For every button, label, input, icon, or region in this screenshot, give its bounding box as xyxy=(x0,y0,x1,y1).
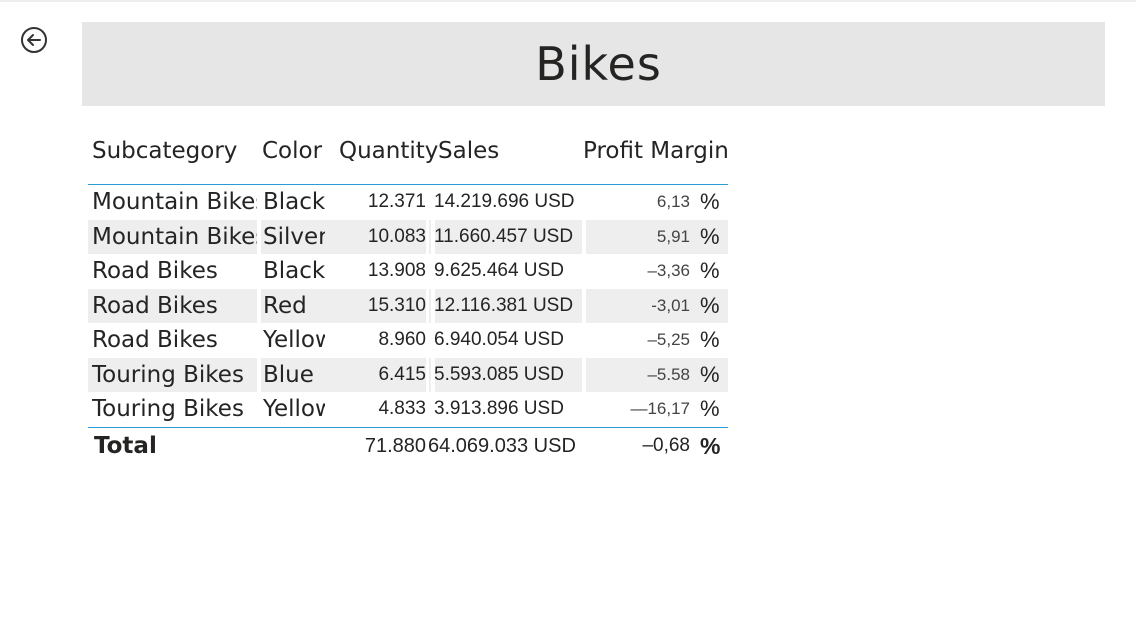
column-gutter xyxy=(582,357,586,392)
cell-profit-margin: 6,13 xyxy=(656,192,690,211)
column-gutter xyxy=(426,185,429,220)
table-row[interactable]: Mountain Bikes Black 12.371 14.219.696 USD 6… xyxy=(88,185,728,220)
column-gutter xyxy=(426,323,429,358)
column-gutter xyxy=(582,392,586,427)
cell-sales: 14.219.696 USD xyxy=(434,191,575,212)
cell-quantity: 4.833 xyxy=(378,398,426,419)
cell-percent-sign: % xyxy=(700,396,720,421)
total-label: Total xyxy=(94,432,157,459)
cell-color: Blue xyxy=(263,361,314,388)
cell-quantity: 15.310 xyxy=(367,294,426,316)
table-row[interactable]: Touring Bikes Yellow 4.833 3.913.896 USD —16… xyxy=(88,392,728,427)
cell-sales: 12.116.381 USD xyxy=(434,294,574,316)
sales-table: Subcategory Color Quantity Sales Profit … xyxy=(88,136,729,466)
cell-sales: 5.593.085 USD xyxy=(434,363,564,385)
cell-color: Silver xyxy=(263,223,325,250)
header-quantity[interactable]: Quantity xyxy=(339,138,438,164)
cell-subcategory: Road Bikes xyxy=(92,292,218,319)
cell-color: Red xyxy=(263,292,307,319)
cell-percent-sign: % xyxy=(700,258,720,283)
column-gutter xyxy=(257,185,261,220)
column-gutter xyxy=(257,323,261,358)
cell-sales: 3.913.896 USD xyxy=(434,398,564,419)
total-row: Total 71.880 64.069.033 USD –0,68 % xyxy=(88,426,728,466)
table-header: Subcategory Color Quantity Sales Profit … xyxy=(88,136,729,185)
total-quantity: 71.880 xyxy=(364,434,426,457)
header-subcategory[interactable]: Subcategory xyxy=(92,138,237,164)
cell-sales: 9.625.464 USD xyxy=(434,260,564,281)
column-gutter xyxy=(426,288,429,323)
cell-percent-sign: % xyxy=(700,223,720,249)
top-divider xyxy=(0,0,1136,2)
column-gutter xyxy=(582,185,586,220)
column-gutter xyxy=(426,219,429,254)
cell-quantity: 13.908 xyxy=(367,260,426,281)
table-row[interactable]: Mountain Bikes Silver 10.083 11.660.457 USD… xyxy=(88,219,728,254)
cell-subcategory: Mountain Bikes xyxy=(92,189,257,215)
cell-percent-sign: % xyxy=(700,292,720,318)
cell-quantity: 6.415 xyxy=(378,363,426,385)
table-row[interactable]: Road Bikes Red 15.310 12.116.381 USD -3,01% xyxy=(88,288,728,323)
cell-color: Black xyxy=(263,258,325,284)
header-sales[interactable]: Sales xyxy=(438,138,499,164)
column-gutter xyxy=(257,219,261,254)
cell-subcategory: Touring Bikes xyxy=(92,361,244,388)
table-row[interactable]: Touring Bikes Blue 6.415 5.593.085 USD –5.58… xyxy=(88,357,728,392)
back-button[interactable] xyxy=(20,26,48,54)
column-gutter xyxy=(426,254,429,289)
cell-subcategory: Mountain Bikes xyxy=(92,223,257,250)
header-profit-margin[interactable]: Profit Margin xyxy=(583,138,729,164)
header-color[interactable]: Color xyxy=(262,138,322,164)
column-gutter xyxy=(257,288,261,323)
arrow-left-circle-icon xyxy=(21,27,47,53)
page-title-bar: Bikes xyxy=(82,22,1105,106)
total-sales: 64.069.033 USD xyxy=(428,434,576,457)
column-gutter xyxy=(582,323,586,358)
cell-percent-sign: % xyxy=(700,361,720,387)
column-gutter xyxy=(582,254,586,289)
cell-subcategory: Road Bikes xyxy=(92,327,218,353)
cell-color: Black xyxy=(263,189,325,215)
cell-profit-margin: 5,91 xyxy=(656,226,690,246)
cell-profit-margin: –3,36 xyxy=(647,261,690,280)
column-gutter xyxy=(257,357,261,392)
cell-color: Yellow xyxy=(263,396,325,422)
column-gutter xyxy=(257,254,261,289)
cell-profit-margin: –5.58 xyxy=(647,364,690,384)
cell-subcategory: Road Bikes xyxy=(92,258,218,284)
cell-color: Yellow xyxy=(263,327,325,353)
cell-percent-sign: % xyxy=(700,189,720,214)
cell-quantity: 8.960 xyxy=(378,329,426,350)
cell-sales: 6.940.054 USD xyxy=(434,329,564,350)
column-gutter xyxy=(582,219,586,254)
column-gutter xyxy=(257,392,261,427)
cell-subcategory: Touring Bikes xyxy=(92,396,244,422)
page-title: Bikes xyxy=(535,37,662,91)
cell-profit-margin: -3,01 xyxy=(651,295,690,315)
cell-percent-sign: % xyxy=(700,327,720,352)
cell-sales: 11.660.457 USD xyxy=(434,225,574,247)
table-row[interactable]: Road Bikes Black 13.908 9.625.464 USD –3,36% xyxy=(88,254,728,289)
column-gutter xyxy=(582,288,586,323)
cell-profit-margin: —16,17 xyxy=(630,399,690,418)
column-gutter xyxy=(426,357,429,392)
total-percent-sign: % xyxy=(700,432,721,459)
cell-quantity: 10.083 xyxy=(367,225,426,247)
cell-profit-margin: –5,25 xyxy=(647,330,690,349)
table-row[interactable]: Road Bikes Yellow 8.960 6.940.054 USD –5,25% xyxy=(88,323,728,358)
cell-quantity: 12.371 xyxy=(367,191,426,212)
total-profit-margin: –0,68 xyxy=(642,434,690,456)
column-gutter xyxy=(426,392,429,427)
